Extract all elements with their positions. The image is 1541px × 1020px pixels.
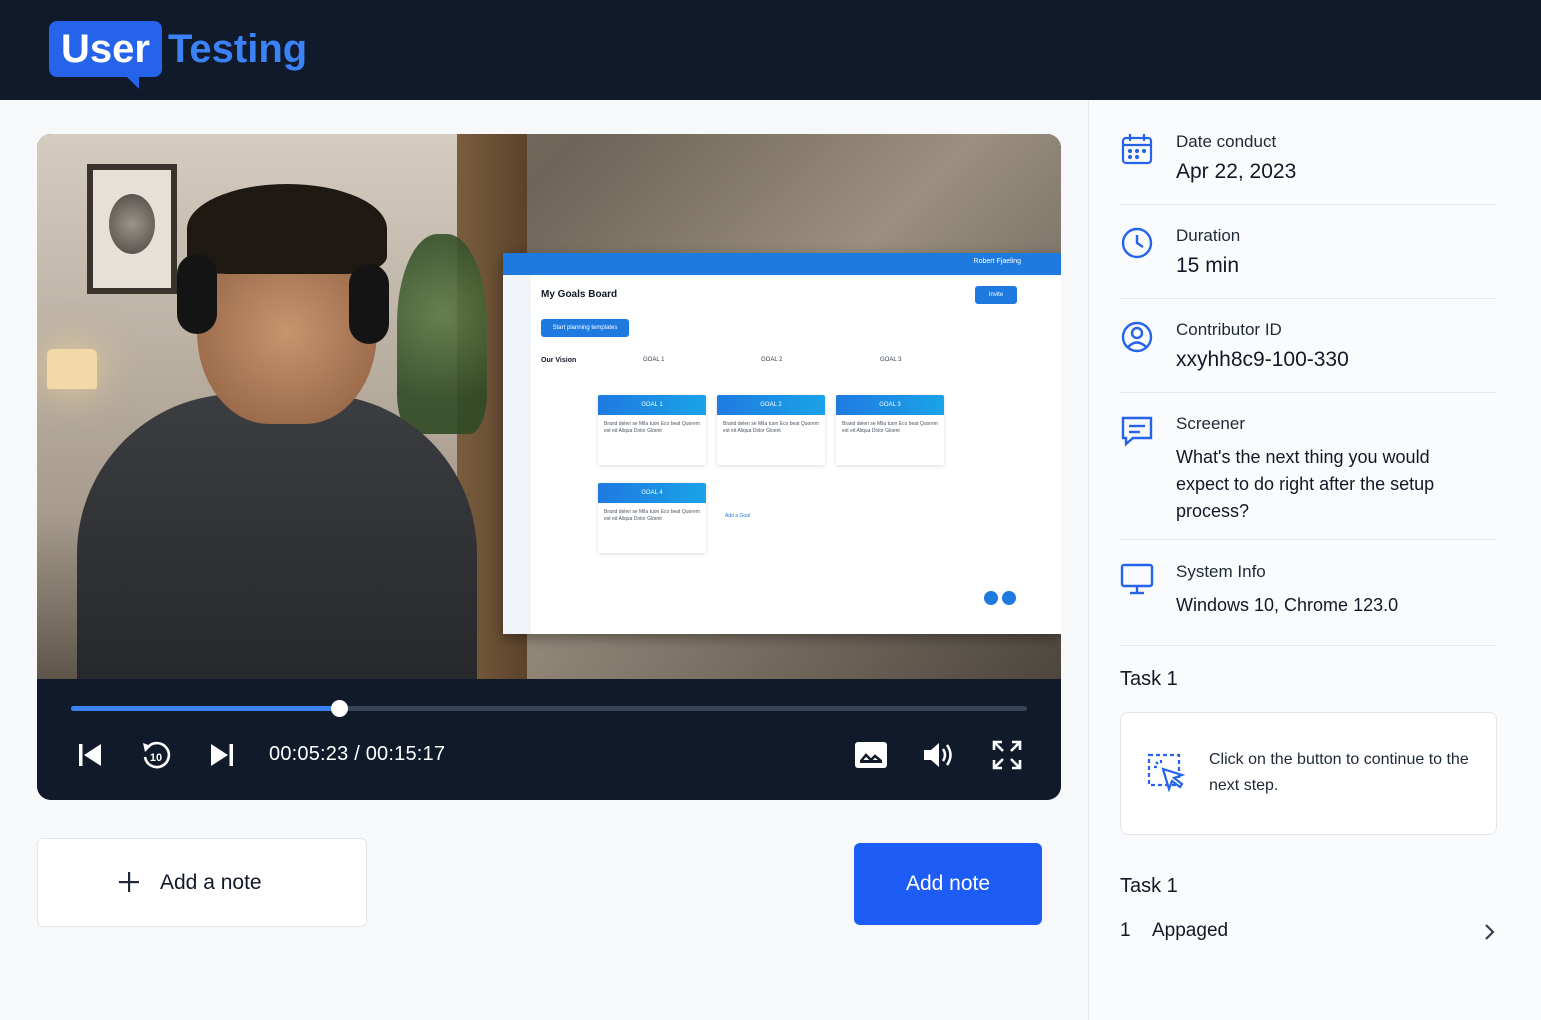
- info-screener: Screener What's the next thing you would…: [1120, 414, 1497, 540]
- screen-invite-button: Invite: [975, 286, 1017, 304]
- player-controls: 10 00:05:23 / 00:15:17: [37, 679, 1061, 800]
- screen-goal-card: GOAL 2 Brand delen se Mila tuon Eco beat…: [717, 395, 825, 465]
- chat-icon: [1121, 416, 1153, 447]
- time-display: 00:05:23 / 00:15:17: [269, 743, 446, 765]
- info-value: Apr 22, 2023: [1176, 160, 1297, 183]
- logo-text: Testing: [167, 27, 308, 71]
- screen-start-button: Start planning templates: [541, 319, 629, 337]
- screen-column-label: GOAL 3: [880, 357, 902, 363]
- screen-goal-card: GOAL 1 Brand delen se Mila tuon Eco beat…: [598, 395, 706, 465]
- info-label: Contributor ID: [1176, 320, 1282, 339]
- lamp: [47, 349, 97, 389]
- info-system: System Info Windows 10, Chrome 123.0: [1120, 562, 1497, 646]
- goal-card-title: GOAL 2: [717, 395, 825, 415]
- plant: [397, 234, 487, 434]
- info-date: Date conduct Apr 22, 2023: [1120, 130, 1497, 205]
- screen-add-goal: Add a Goal: [725, 513, 751, 519]
- plus-icon: [119, 872, 139, 892]
- participant-hair: [187, 184, 387, 274]
- info-value: What's the next thing you would expect t…: [1176, 447, 1435, 521]
- progress-fill: [71, 706, 339, 711]
- main-content: Robert Fjaeling My Goals Board Start pla…: [0, 100, 1088, 1020]
- task-list-title: Task 1: [1120, 875, 1178, 897]
- session-info-panel: Date conduct Apr 22, 2023 Duration 15 mi…: [1088, 100, 1541, 1020]
- task-list-item[interactable]: 1 Appaged: [1120, 918, 1497, 948]
- skip-back-icon: [79, 744, 101, 766]
- screen-sidebar: [503, 275, 531, 634]
- screen-goal-card: GOAL 3 Brand delen se Mila tuon Eco beat…: [836, 395, 944, 465]
- rewind-label: 10: [150, 752, 162, 764]
- info-label: Date conduct: [1176, 132, 1277, 151]
- headphone-icon: [349, 264, 389, 344]
- info-value: xxyhh8c9-100-330: [1176, 348, 1349, 371]
- add-note-field-label: Add a note: [160, 870, 262, 894]
- info-duration: Duration 15 min: [1120, 224, 1497, 299]
- add-note-field[interactable]: Add a note: [37, 838, 367, 927]
- screen-action-dots: [984, 591, 1016, 605]
- goal-card-text: Brand delen se Mila tuon Eco beat Quorem…: [604, 421, 700, 434]
- task-item-number: 1: [1120, 920, 1131, 941]
- logo-box: User: [49, 21, 162, 89]
- info-value: Windows 10, Chrome 123.0: [1176, 595, 1399, 615]
- video-player: Robert Fjaeling My Goals Board Start pla…: [37, 134, 1061, 800]
- goal-card-title: GOAL 3: [836, 395, 944, 415]
- chevron-right-icon: [1485, 924, 1495, 940]
- screen-vision-label: Our Vision: [541, 357, 577, 364]
- goal-card-text: Brand delen se Mila tuon Eco beat Quorem…: [842, 421, 938, 434]
- progress-handle[interactable]: [330, 700, 348, 717]
- participant-body: [77, 394, 477, 679]
- rewind-10-button[interactable]: 10: [136, 737, 176, 773]
- clock-icon: [1121, 227, 1153, 259]
- progress-bar[interactable]: [71, 700, 1027, 717]
- click-select-icon: [1147, 753, 1186, 793]
- info-label: Duration: [1176, 226, 1241, 245]
- skip-forward-button[interactable]: [202, 737, 242, 773]
- add-note-button[interactable]: Add note: [854, 843, 1042, 925]
- goal-card-text: Brand delen se Mila tuon Eco beat Quorem…: [604, 509, 700, 522]
- goal-card-text: Brand delen se Mila tuon Eco beat Quorem…: [723, 421, 819, 434]
- screen-board-title: My Goals Board: [541, 289, 618, 300]
- top-bar: User Testing: [0, 0, 1541, 100]
- captions-button[interactable]: [851, 737, 891, 773]
- wall-picture: [87, 164, 177, 294]
- captions-icon: [855, 742, 887, 768]
- fullscreen-icon: [992, 740, 1022, 770]
- volume-button[interactable]: [919, 737, 959, 773]
- skip-back-button[interactable]: [70, 737, 110, 773]
- screen-column-label: GOAL 2: [761, 357, 783, 363]
- screen-column-label: GOAL 1: [643, 357, 665, 363]
- goal-card-title: GOAL 1: [598, 395, 706, 415]
- info-value: 15 min: [1176, 254, 1240, 277]
- info-contributor: Contributor ID xxyhh8c9-100-330: [1120, 318, 1497, 393]
- info-label: System Info: [1176, 562, 1266, 581]
- task-card: Click on the button to continue to the n…: [1120, 712, 1497, 835]
- headphone-icon: [177, 254, 217, 334]
- skip-forward-icon: [211, 744, 233, 766]
- video-frame[interactable]: Robert Fjaeling My Goals Board Start pla…: [37, 134, 1061, 679]
- screen-goal-card: GOAL 4 Brand delen se Mila tuon Eco beat…: [598, 483, 706, 553]
- info-label: Screener: [1176, 414, 1245, 433]
- calendar-icon: [1121, 134, 1153, 165]
- usertesting-logo[interactable]: User Testing: [49, 21, 308, 89]
- user-circle-icon: [1121, 321, 1153, 353]
- screen-user-name: Robert Fjaeling: [973, 258, 1021, 265]
- rewind-10-icon: 10: [143, 741, 171, 769]
- task-section-title: Task 1: [1120, 668, 1178, 690]
- monitor-icon: [1120, 563, 1154, 595]
- shared-screen: Robert Fjaeling My Goals Board Start pla…: [503, 253, 1061, 634]
- volume-icon: [924, 743, 952, 767]
- task-card-text: Click on the button to continue to the n…: [1209, 751, 1469, 794]
- screen-topbar: Robert Fjaeling: [503, 253, 1061, 275]
- fullscreen-button[interactable]: [987, 737, 1027, 773]
- goal-card-title: GOAL 4: [598, 483, 706, 503]
- task-item-name: Appaged: [1152, 920, 1229, 941]
